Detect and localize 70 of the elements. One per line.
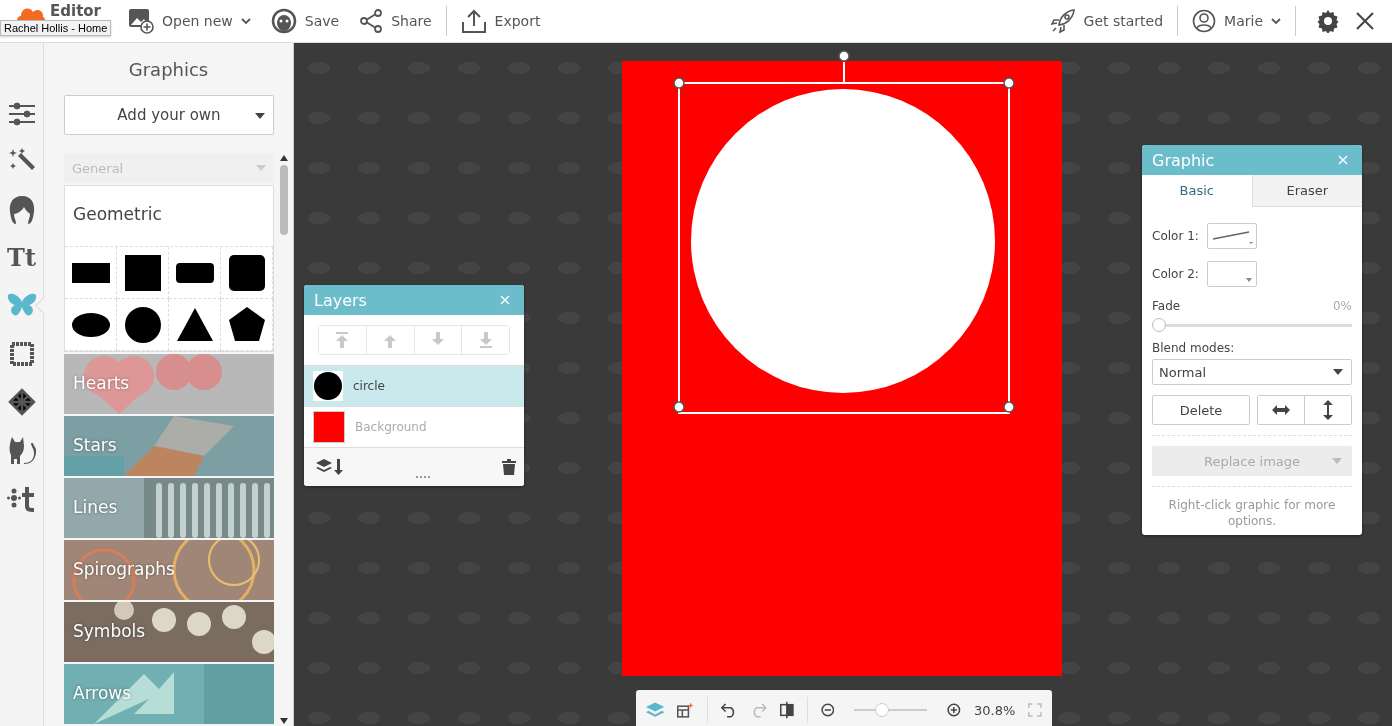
field-label: Color 1: [1152,229,1199,243]
scroll-up-icon[interactable] [280,155,288,161]
scrollbar-thumb[interactable] [280,165,288,235]
get-started-button[interactable]: Get started [1039,4,1174,38]
arrow-down-icon [431,332,444,348]
open-button[interactable]: Open new [118,4,261,38]
share-button[interactable]: Share [349,4,442,38]
caret-down-icon [1245,278,1252,282]
compare-icon[interactable] [780,699,794,721]
grid-icon[interactable] [677,700,694,720]
trash-icon[interactable] [502,459,516,475]
sliders-icon[interactable] [7,100,36,127]
zoom-reading: 30.8% [974,702,1016,718]
image-add-icon [128,8,154,34]
layers-sort-icon[interactable] [316,458,346,476]
horizontal-arrows-icon [1272,405,1290,415]
circle-icon[interactable] [122,304,163,345]
field-label: Fade [1152,299,1181,313]
hint-text: Right-click graphic for more options. [1167,497,1337,529]
slider-thumb[interactable] [875,703,890,717]
caret-down-icon [1332,458,1342,464]
upload-icon [460,8,487,34]
section-title: Geometric [72,203,163,226]
fade-reading: 0% [1332,299,1352,313]
zoom-in-icon[interactable] [947,701,962,719]
color-picker[interactable] [1206,261,1257,287]
selection-box[interactable] [672,50,1016,414]
share-icon [359,9,384,33]
panel-title: Graphics [127,58,210,82]
text-tool-icon[interactable]: Tt [7,243,36,272]
monkey-icon [270,8,297,34]
layer-row[interactable]: circle [304,365,524,406]
flip-horizontal-button[interactable] [1258,396,1305,424]
settings-icon[interactable] [1316,9,1340,33]
hair-silhouette-icon[interactable] [7,194,36,225]
arrow-down-icon [479,332,492,348]
caret-down-icon [255,113,265,119]
arrow-up-icon [384,332,397,348]
user-icon [1192,9,1217,33]
rocket-icon [1049,8,1076,34]
zoom-out-icon[interactable] [820,701,835,719]
category-tile[interactable]: Symbols [64,602,274,662]
caret-down-icon [1333,369,1343,375]
arrow-up-icon [336,332,349,348]
field-label: Color 2: [1152,267,1199,281]
save-button[interactable]: Save [260,4,350,38]
delete-button[interactable]: Delete [1152,395,1250,425]
vertical-arrows-icon [1323,400,1333,420]
export-button[interactable]: Export [450,4,551,38]
color-picker[interactable] [1206,223,1257,249]
add-your-own-dropdown[interactable]: Add your own [64,95,274,135]
user-menu-button[interactable]: Marie [1182,4,1291,38]
slider-thumb[interactable] [1152,318,1166,332]
panel-title: Layers [314,290,367,310]
scroll-down-icon[interactable] [280,718,288,724]
caret-down-icon [256,165,266,171]
rounded-square-icon[interactable] [226,252,267,293]
panel-title: Graphic [1152,150,1215,170]
chevron-down-icon [1271,17,1281,25]
frame-icon[interactable] [7,339,36,368]
logo-text[interactable]: Editor [50,3,101,19]
square-icon[interactable] [122,252,163,293]
color-swatch-icon [313,411,345,443]
close-icon[interactable] [1356,12,1374,30]
tab[interactable]: Eraser [1251,175,1362,207]
lattice-icon[interactable] [7,387,36,416]
blend-mode-select[interactable]: Normal [1152,359,1352,385]
circle-thumbnail-icon [313,371,343,401]
tooltip: Rachel Hollis - Home [0,19,112,36]
field-label: Blend modes: [1152,341,1236,355]
